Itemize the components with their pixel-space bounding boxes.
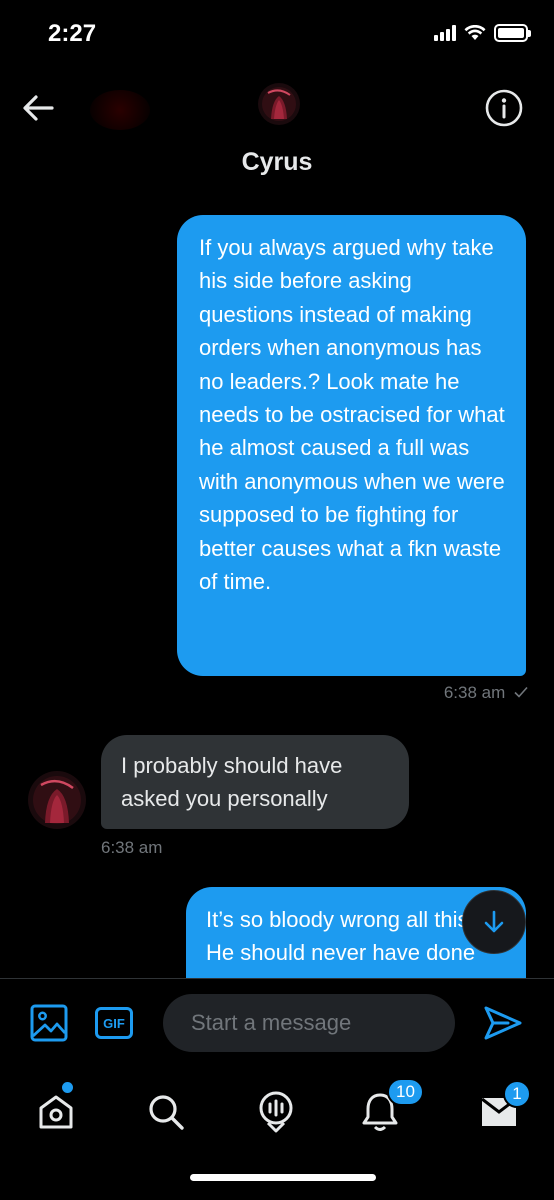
nav-spaces[interactable] — [252, 1088, 300, 1136]
home-icon — [39, 1095, 73, 1129]
nav-search[interactable] — [142, 1088, 190, 1136]
message-input[interactable] — [163, 994, 455, 1052]
sent-message-bubble[interactable]: If you always argued why take his side b… — [177, 215, 526, 676]
sent-message-meta: 6:38 am — [444, 683, 528, 703]
cellular-signal-icon — [434, 25, 456, 41]
dm-conversation-screen: 2:27 Cyrus If you always argued why take… — [0, 0, 554, 1200]
search-icon — [149, 1095, 184, 1130]
status-icons — [434, 24, 531, 42]
reaper-avatar-icon — [258, 83, 300, 125]
sent-message-time: 6:38 am — [443, 683, 506, 702]
sender-avatar[interactable] — [28, 771, 86, 829]
wifi-icon — [464, 25, 486, 40]
scroll-to-bottom-button[interactable] — [462, 890, 526, 954]
status-time: 2:27 — [48, 20, 97, 47]
add-media-button[interactable] — [30, 1004, 68, 1042]
received-message-bubble[interactable]: I probably should have asked you persona… — [101, 735, 409, 829]
back-button[interactable] — [18, 88, 58, 128]
sent-check-icon — [514, 686, 528, 698]
reaper-avatar-icon — [28, 771, 86, 829]
conversation-info-button[interactable] — [484, 88, 524, 128]
background-glow — [90, 90, 150, 130]
gif-button[interactable]: GIF — [95, 1007, 133, 1039]
send-icon — [484, 1006, 522, 1040]
received-message-time: 6:38 am — [101, 838, 163, 857]
contact-name[interactable]: Cyrus — [0, 148, 554, 177]
home-indicator[interactable] — [190, 1174, 376, 1181]
messages-count-badge: 1 — [503, 1080, 531, 1108]
home-new-dot — [62, 1082, 73, 1093]
contact-avatar[interactable] — [258, 83, 300, 125]
info-icon — [485, 89, 523, 127]
nav-home[interactable] — [32, 1088, 80, 1136]
send-button[interactable] — [484, 1006, 522, 1040]
battery-icon — [494, 24, 531, 42]
image-icon — [30, 1004, 68, 1042]
notifications-count-badge: 10 — [387, 1078, 424, 1106]
back-arrow-icon — [23, 95, 54, 121]
arrow-down-icon — [484, 910, 504, 933]
message-composer: GIF — [0, 978, 554, 1066]
spaces-microphone-icon — [259, 1091, 293, 1133]
